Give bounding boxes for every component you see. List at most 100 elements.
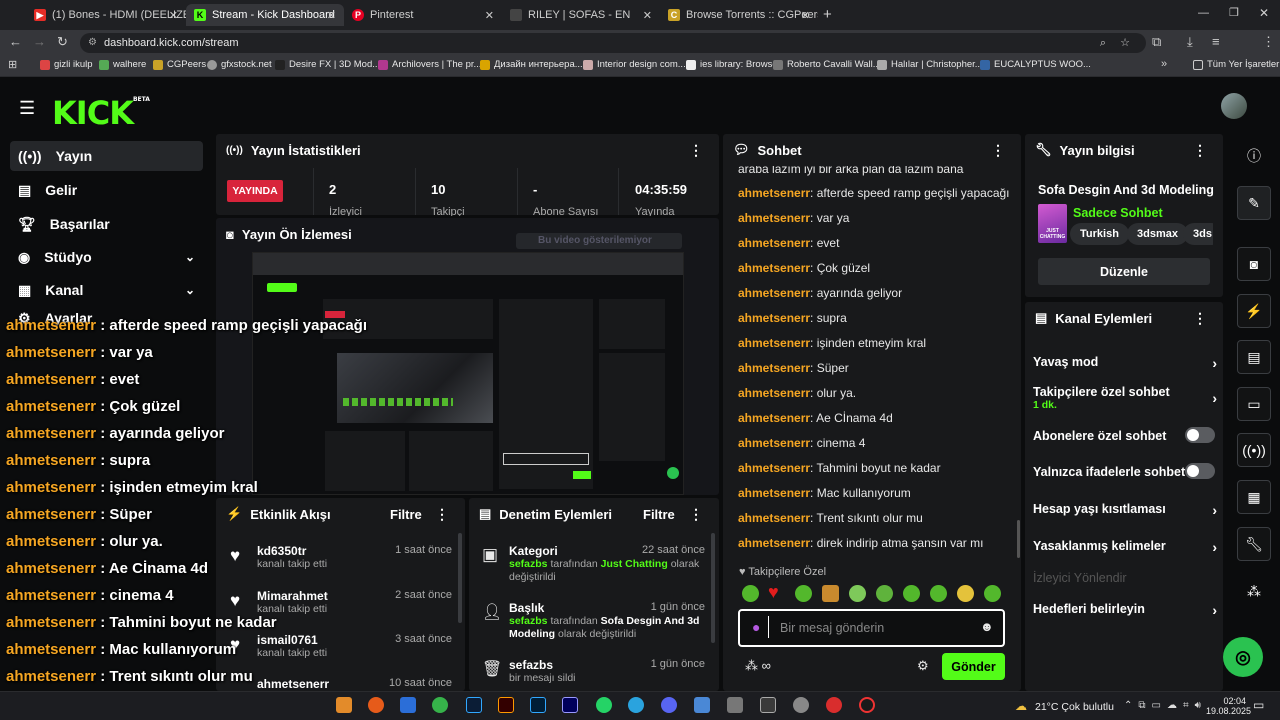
chat-scrollbar[interactable] bbox=[1017, 520, 1020, 558]
chat-username[interactable]: ahmetsenerr bbox=[738, 536, 810, 550]
tab-youtube[interactable]: ▶ (1) Bones - HDMI (DEELIZE ✕ bbox=[26, 4, 186, 26]
chat-username[interactable]: ahmetsenerr bbox=[738, 211, 810, 225]
illustrator-icon[interactable] bbox=[498, 697, 514, 713]
more-options-icon[interactable]: ⋮ bbox=[689, 506, 703, 523]
sidebar-item-gelir[interactable]: ▤ Gelir bbox=[10, 175, 203, 205]
edit-stream-button[interactable]: Düzenle bbox=[1038, 258, 1210, 285]
url-field[interactable]: ⚙ dashboard.kick.com/stream ⌕ ☆ bbox=[80, 33, 1146, 53]
site-info-icon[interactable]: ⚙ bbox=[88, 33, 97, 53]
category-link[interactable]: Sadece Sohbet bbox=[1073, 206, 1163, 220]
close-icon[interactable]: ✕ bbox=[169, 9, 178, 22]
sidebar-item-yayin[interactable]: ((•)) Yayın bbox=[10, 141, 203, 171]
dots-cluster-icon[interactable]: ⁂ bbox=[1237, 574, 1271, 608]
goals-action[interactable]: Hedefleri belirleyin › bbox=[1033, 602, 1217, 618]
preview-video[interactable] bbox=[252, 252, 684, 495]
bookmark-item[interactable]: Дизайн интерьера... bbox=[480, 59, 583, 70]
emote-icon[interactable] bbox=[903, 585, 920, 602]
tag-chip[interactable]: 3dsmax bbox=[1127, 223, 1188, 245]
all-bookmarks[interactable]: Tüm Yer İşaretleri bbox=[1193, 59, 1280, 70]
bookmark-item[interactable]: ies library: Browse bbox=[686, 59, 778, 70]
discord-icon[interactable] bbox=[661, 697, 677, 713]
wrench-icon[interactable]: 🔧︎ bbox=[1237, 527, 1271, 561]
bookmark-item[interactable]: gizli ikulp bbox=[40, 59, 93, 70]
category-thumbnail[interactable]: JUST CHATTING bbox=[1038, 204, 1067, 243]
close-icon[interactable]: ✕ bbox=[327, 9, 336, 22]
tab-kick-dashboard[interactable]: K Stream - Kick Dashboard ✕ bbox=[186, 4, 344, 26]
bookmark-item[interactable]: EUCALYPTUS WOO... bbox=[980, 59, 1091, 70]
emote-icon[interactable] bbox=[930, 585, 947, 602]
info-icon[interactable]: ⓘ bbox=[1237, 139, 1271, 173]
bookmark-item[interactable]: CGPeers bbox=[153, 59, 206, 70]
chat-username[interactable]: ahmetsenerr bbox=[738, 336, 810, 350]
account-age-action[interactable]: Hesap yaşı kısıtlaması › bbox=[1033, 502, 1217, 518]
tag-chip[interactable]: 3ds bbox=[1183, 223, 1213, 245]
taskbar-app-icon[interactable] bbox=[368, 697, 384, 713]
emote-icon[interactable] bbox=[957, 585, 974, 602]
emote-icon[interactable] bbox=[822, 585, 839, 602]
chat-username[interactable]: ahmetsenerr bbox=[738, 436, 810, 450]
zoom-icon[interactable]: ⌕ bbox=[1100, 33, 1106, 53]
moderation-filter-button[interactable]: Filtre bbox=[643, 507, 675, 522]
close-icon[interactable]: ✕ bbox=[801, 9, 810, 22]
system-tray-icons[interactable]: ⌃⧉▭☁⌗🔊︎ bbox=[1124, 700, 1207, 711]
scrollbar[interactable] bbox=[711, 533, 715, 643]
chat-username[interactable]: ahmetsenerr bbox=[738, 361, 810, 375]
bookmark-item[interactable]: Roberto Cavalli Wall... bbox=[773, 59, 881, 70]
slow-mode-action[interactable]: Yavaş mod › bbox=[1033, 355, 1217, 371]
forward-icon[interactable]: → bbox=[33, 34, 46, 49]
whatsapp-icon[interactable] bbox=[596, 697, 612, 713]
taskbar-app-icon[interactable] bbox=[432, 697, 448, 713]
sidebar-item-kanal[interactable]: ▦ Kanal ⌄ bbox=[10, 275, 203, 305]
bookmark-item[interactable]: Halılar | Christopher... bbox=[877, 59, 983, 70]
chat-username[interactable]: ahmetsenerr bbox=[738, 486, 810, 500]
bookmark-item[interactable]: Desire FX | 3D Mod... bbox=[275, 59, 380, 70]
chat-username[interactable]: ahmetsenerr bbox=[738, 311, 810, 325]
after-effects-icon[interactable] bbox=[562, 697, 578, 713]
sidebar-item-basarilar[interactable]: 🏆︎ Başarılar bbox=[10, 209, 203, 239]
points-icon[interactable]: ⁂ ∞ bbox=[745, 658, 771, 674]
minimize-icon[interactable]: — bbox=[1198, 7, 1209, 19]
weather-icon[interactable]: ☁ bbox=[1015, 699, 1027, 713]
star-icon[interactable]: ☆ bbox=[1120, 33, 1130, 53]
chat-username[interactable]: ahmetsenerr bbox=[738, 261, 810, 275]
pencil-icon[interactable]: ✎ bbox=[1237, 186, 1271, 220]
followers-chat-action[interactable]: Takipçilere özel sohbet 1 dk. › bbox=[1033, 385, 1217, 411]
more-options-icon[interactable]: ⋮ bbox=[1193, 142, 1207, 159]
chat-username[interactable]: ahmetsenerr bbox=[738, 236, 810, 250]
document-icon[interactable]: ▤ bbox=[1237, 340, 1271, 374]
taskbar-app-icon[interactable] bbox=[793, 697, 809, 713]
window-close-icon[interactable]: ✕ bbox=[1259, 6, 1269, 20]
tag-chip[interactable]: Turkish bbox=[1070, 223, 1129, 245]
camera-icon[interactable]: ◙ bbox=[1237, 247, 1271, 281]
telegram-icon[interactable] bbox=[628, 697, 644, 713]
emote-icon[interactable] bbox=[876, 585, 893, 602]
more-options-icon[interactable]: ⋮ bbox=[991, 142, 1005, 159]
taskbar-app-icon[interactable] bbox=[400, 697, 416, 713]
emote-chat-toggle[interactable] bbox=[1185, 463, 1215, 479]
close-icon[interactable]: ✕ bbox=[643, 9, 652, 22]
chat-username[interactable]: ahmetsenerr bbox=[738, 411, 810, 425]
tab-cgpeers[interactable]: C Browse Torrents :: CGPeers ✕ bbox=[660, 4, 818, 26]
taskbar-app-icon[interactable] bbox=[760, 697, 776, 713]
activity-filter-button[interactable]: Filtre bbox=[390, 507, 422, 522]
banned-words-action[interactable]: Yasaklanmış kelimeler › bbox=[1033, 539, 1217, 555]
more-options-icon[interactable]: ⋮ bbox=[435, 506, 449, 523]
send-button[interactable]: Gönder bbox=[942, 653, 1005, 680]
taskbar-app-icon[interactable] bbox=[694, 697, 710, 713]
apps-grid-icon[interactable]: ⊞ bbox=[8, 58, 17, 71]
back-icon[interactable]: ← bbox=[9, 34, 22, 49]
more-bookmarks-icon[interactable]: » bbox=[1161, 58, 1167, 70]
hamburger-menu-icon[interactable]: ☰ bbox=[19, 98, 35, 119]
taskbar-app-icon[interactable] bbox=[727, 697, 743, 713]
chat-icon[interactable]: ▭ bbox=[1237, 387, 1271, 421]
bookmark-item[interactable]: gfxstock.net bbox=[207, 59, 272, 70]
close-icon[interactable]: ✕ bbox=[485, 9, 494, 22]
chat-username[interactable]: ahmetsenerr bbox=[738, 286, 810, 300]
emote-icon[interactable] bbox=[742, 585, 759, 602]
download-icon[interactable]: ⤓ bbox=[1187, 34, 1193, 50]
kick-logo[interactable]: KICKBETA bbox=[52, 94, 150, 132]
subs-chat-toggle[interactable] bbox=[1185, 427, 1215, 443]
media-icon[interactable]: ≡ bbox=[1212, 34, 1220, 49]
maximize-icon[interactable]: ❐ bbox=[1229, 6, 1239, 19]
chat-username[interactable]: ahmetsenerr bbox=[738, 461, 810, 475]
